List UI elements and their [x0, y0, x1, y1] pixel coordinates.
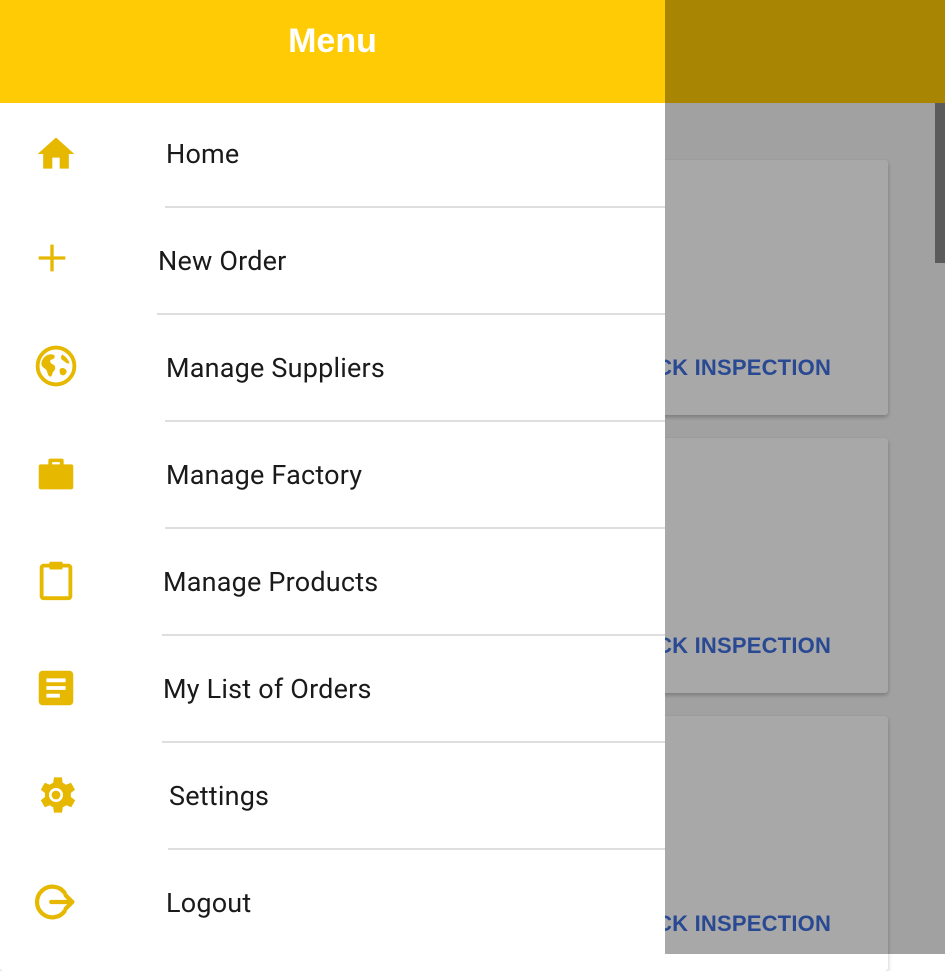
clipboard-icon: [28, 552, 84, 608]
menu-item-label: Settings: [169, 780, 270, 812]
menu-item-label: My List of Orders: [163, 673, 372, 705]
menu-item-my-list-of-orders[interactable]: My List of Orders: [0, 638, 665, 745]
document-icon: [28, 660, 84, 716]
drawer-title: Menu: [288, 22, 377, 60]
menu-item-label: Manage Suppliers: [166, 352, 386, 384]
divider: [165, 206, 665, 208]
menu-item-label: Manage Products: [163, 566, 379, 598]
menu-item-manage-factory[interactable]: Manage Factory: [0, 424, 665, 531]
menu-item-label: Logout: [166, 887, 252, 919]
menu-item-label: New Order: [158, 245, 287, 277]
menu-item-label: Home: [166, 138, 240, 170]
divider: [168, 848, 665, 850]
navigation-drawer: Menu Home New Order Manage Suppliers Man…: [0, 0, 665, 954]
menu-item-label: Manage Factory: [166, 459, 363, 491]
home-icon: [28, 126, 84, 182]
menu-item-logout[interactable]: Logout: [0, 852, 665, 954]
gear-icon: [28, 767, 84, 823]
plus-icon: [24, 230, 80, 286]
menu-item-new-order[interactable]: New Order: [0, 210, 665, 317]
menu-item-manage-suppliers[interactable]: Manage Suppliers: [0, 317, 665, 424]
divider: [162, 741, 665, 743]
divider: [157, 313, 665, 315]
logout-icon: [28, 874, 84, 930]
drawer-header: Menu: [0, 0, 665, 103]
divider: [165, 527, 665, 529]
briefcase-icon: [28, 446, 84, 502]
divider: [165, 420, 665, 422]
menu-item-settings[interactable]: Settings: [0, 745, 665, 852]
globe-icon: [28, 338, 84, 394]
menu-item-manage-products[interactable]: Manage Products: [0, 531, 665, 638]
menu-item-home[interactable]: Home: [0, 103, 665, 210]
divider: [162, 634, 665, 636]
